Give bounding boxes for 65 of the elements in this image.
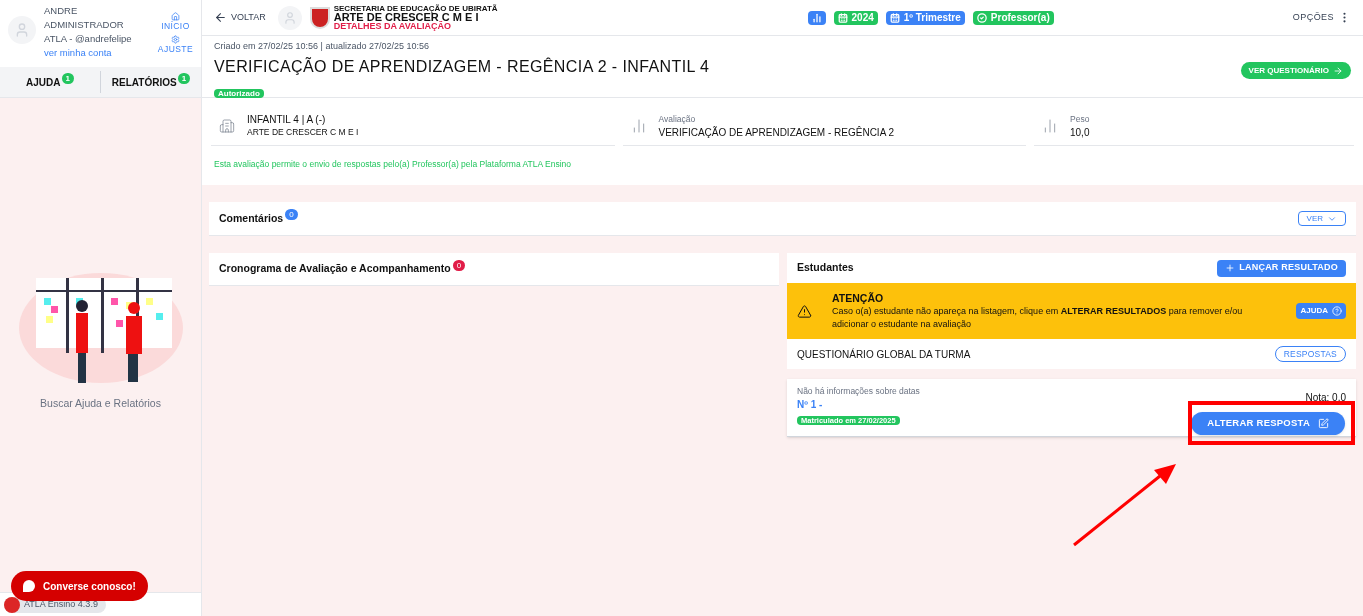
quick-link[interactable]: AJUSTE xyxy=(157,35,193,54)
info-label: Peso xyxy=(1070,112,1090,126)
edit-icon xyxy=(1318,418,1329,429)
alert-text: Caso o(a) estudante não apareça na listagem, clique em ALTERAR RESULTADOS para remover e/ou adicionar o estudante na avaliação xyxy=(832,304,1244,331)
chart-icon xyxy=(1042,117,1058,134)
help-icon xyxy=(1332,306,1342,316)
account-link[interactable]: ver minha conta xyxy=(44,47,112,58)
info-value: ARTE DE CRESCER C M E I xyxy=(247,125,359,139)
count-badge: 1 xyxy=(61,72,74,84)
back-arrow-icon xyxy=(214,11,227,24)
chat-icon xyxy=(23,580,35,592)
home-icon xyxy=(170,12,180,21)
count-badge: 1 xyxy=(177,72,191,84)
logo-icon xyxy=(4,596,20,613)
count-badge: 0 xyxy=(285,209,298,220)
grade-text: Nota: 0,0 xyxy=(1305,391,1346,405)
avatar xyxy=(277,5,302,30)
chart-icon xyxy=(811,12,822,23)
card-title: Estudantes xyxy=(797,260,854,276)
card-title: Cronograma de Avaliação e Acompanhamento xyxy=(219,261,451,277)
user-name: ADMINISTRADOR xyxy=(44,18,125,32)
settings-icon xyxy=(170,35,180,44)
page-title: DETALHES DA AVALIAÇÃO xyxy=(333,22,453,31)
evaluation-title: VERIFICAÇÃO DE APRENDIZAGEM - REGÊNCIA 2 - INFANTIL 4 xyxy=(214,56,711,77)
calendar-icon xyxy=(889,12,900,23)
count-badge: 0 xyxy=(452,259,466,271)
sidebar-tab[interactable]: RELATÓRIOS 1 xyxy=(100,71,201,93)
notice-text: Esta avaliação permite o envio de respostas pelo(a) Professor(a) pela Plataforma ATLA Ensino xyxy=(214,158,573,171)
building-icon xyxy=(219,117,235,134)
sidebar-tab[interactable]: AJUDA 1 xyxy=(0,67,100,97)
meta-text: Criado em 27/02/25 10:56 | atualizado 27/02/25 10:56 xyxy=(214,40,430,53)
options-button[interactable]: OPÇÕES xyxy=(1292,10,1351,25)
sidebar-caption: Buscar Ajuda e Relatórios xyxy=(40,396,161,411)
check-icon xyxy=(976,12,987,23)
card-title: Comentários xyxy=(219,210,284,226)
crest-icon xyxy=(309,6,330,29)
student-number: Nº 1 - xyxy=(797,398,824,411)
arrow-right-icon xyxy=(1333,65,1343,76)
info-value: 10,0 xyxy=(1070,125,1090,139)
filter-chip: Professor(a) xyxy=(972,10,1054,25)
plus-icon xyxy=(1225,263,1236,273)
view-button[interactable]: VER xyxy=(1297,211,1346,226)
filter-chip: 1º Trimestre xyxy=(885,10,965,25)
user-name: ATLA - @andrefelipe xyxy=(44,32,133,46)
dates-text: Não há informações sobre datas xyxy=(797,385,921,398)
quick-link[interactable]: INÍCIO xyxy=(161,12,190,31)
back-button[interactable]: VOLTAR xyxy=(214,10,266,25)
global-questionnaire-label: QUESTIONÁRIO GLOBAL DA TURMA xyxy=(797,347,971,362)
change-answer-button[interactable]: ALTERAR RESPOSTA xyxy=(1191,412,1345,435)
add-result-button[interactable]: LANÇAR RESULTADO xyxy=(1217,259,1346,277)
status-badge: Autorizado xyxy=(214,88,264,98)
school-name: ARTE DE CRESCER C M E I xyxy=(333,13,480,22)
info-label: INFANTIL 4 | A (-) xyxy=(247,112,327,126)
org-name: SECRETARIA DE EDUCAÇÃO DE UBIRATÃ xyxy=(333,4,498,13)
alert-title: ATENÇÃO xyxy=(832,291,885,305)
filter-chip: 2024 xyxy=(833,10,878,25)
info-value: VERIFICAÇÃO DE APRENDIZAGEM - REGÊNCIA 2 xyxy=(658,125,895,139)
avatar xyxy=(8,16,36,44)
view-questionnaire-button[interactable]: VER QUESTIONÁRIO xyxy=(1240,62,1351,79)
chat-button[interactable]: Converse conosco! xyxy=(11,571,148,601)
help-button[interactable]: AJUDA xyxy=(1296,303,1346,319)
info-label: Avaliação xyxy=(658,112,697,126)
user-name: ANDRE xyxy=(44,4,79,18)
warning-icon xyxy=(797,303,812,319)
calendar-icon xyxy=(837,12,848,23)
